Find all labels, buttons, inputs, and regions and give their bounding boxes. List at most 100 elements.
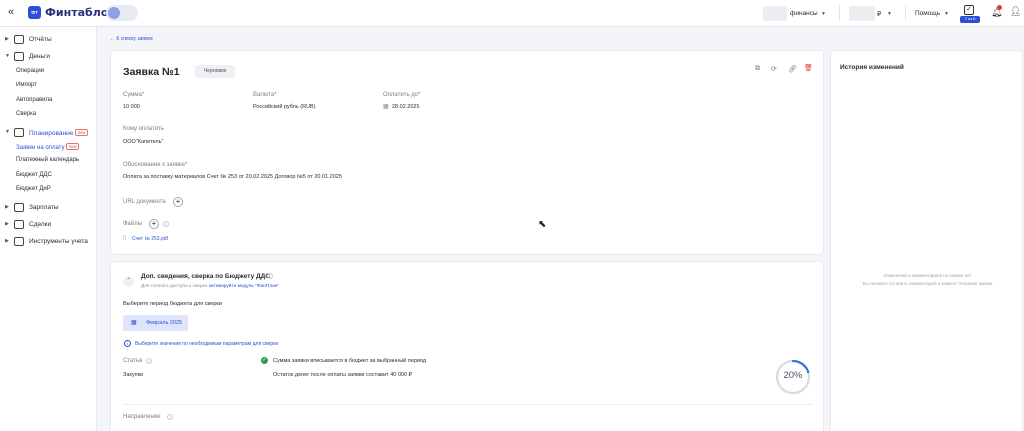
chevron-right-icon: ▶ bbox=[5, 238, 9, 244]
toggle-knob bbox=[108, 7, 120, 19]
history-empty-line2: Вы сможете оставить комментарий в момент… bbox=[862, 281, 993, 286]
help-icon[interactable]: ? bbox=[167, 414, 173, 420]
tasks-badge: 7 из 8 bbox=[960, 16, 980, 23]
divider bbox=[123, 404, 813, 405]
sidebar-subitem-budget-dir[interactable]: Бюджет ДиР bbox=[16, 186, 51, 196]
history-panel: История изменений Изменений и комментари… bbox=[830, 50, 1023, 431]
file-icon: ▯ bbox=[123, 235, 127, 241]
company-avatar bbox=[763, 6, 787, 21]
budget-subtitle: Для полного доступа к сверке активируйте… bbox=[141, 284, 280, 289]
chevron-down-icon: ▼ bbox=[5, 53, 10, 59]
logo-icon[interactable]: ФТ bbox=[28, 6, 41, 19]
payee-label: Кому оплатить bbox=[123, 126, 164, 132]
sidebar-item-salaries[interactable]: ▶ Зарплаты bbox=[0, 203, 97, 215]
chevron-down-icon: ▼ bbox=[5, 129, 10, 135]
reason-label: Обоснование к заявке* bbox=[123, 162, 188, 168]
budget-card: ⌃ Доп. сведения, сверка по Бюджету ДДС ?… bbox=[110, 261, 824, 431]
mouse-cursor-icon: ⬉ bbox=[538, 219, 547, 230]
budget-remain-text: Остаток денег после оплаты заявки состав… bbox=[273, 372, 413, 378]
period-button[interactable]: ▦ Февраль 2025 bbox=[123, 315, 188, 331]
sidebar: ▶ Отчёты ▼ Деньги Операции Импорт Автопр… bbox=[0, 27, 97, 431]
article-label: Статья bbox=[123, 358, 143, 364]
logo-text[interactable]: Финтабло bbox=[45, 6, 108, 19]
balance-block bbox=[849, 6, 875, 21]
help-icon[interactable]: ? bbox=[163, 221, 169, 227]
divider bbox=[905, 5, 906, 21]
amount-value[interactable]: 10 000 bbox=[123, 104, 140, 110]
status-badge: Черновик bbox=[195, 65, 235, 78]
chevron-right-icon: ▶ bbox=[5, 36, 9, 42]
chevron-down-icon[interactable]: ▼ bbox=[887, 11, 892, 17]
sidebar-subitem-budget-dds[interactable]: Бюджет ДДС bbox=[16, 172, 52, 182]
sidebar-subitem-payment-requests[interactable]: Заявки на оплату new bbox=[16, 143, 80, 153]
info-icon: i bbox=[124, 340, 131, 347]
sidebar-item-tools[interactable]: ▶ Инструменты учета bbox=[0, 237, 97, 249]
help-icon[interactable]: ? bbox=[146, 358, 152, 364]
page-title: Заявка №1 bbox=[123, 66, 180, 78]
wallet-icon bbox=[14, 52, 24, 61]
file-link[interactable]: Счет № 253.pdf bbox=[132, 236, 168, 242]
sidebar-subitem-import[interactable]: Импорт bbox=[16, 82, 37, 92]
sidebar-item-deals[interactable]: ▶ Сделки bbox=[0, 220, 97, 232]
history-title: История изменений bbox=[840, 64, 904, 71]
tasks-icon[interactable]: ✓ bbox=[964, 5, 974, 15]
briefcase-icon bbox=[14, 220, 24, 229]
reason-value[interactable]: Оплата за поставку материалов Счет № 253… bbox=[123, 174, 342, 180]
sidebar-subitem-reconciliation[interactable]: Сверка bbox=[16, 111, 36, 121]
pay-by-label: Оплатить до* bbox=[383, 92, 421, 98]
new-badge: new bbox=[75, 129, 89, 136]
collapse-sidebar-icon[interactable]: « bbox=[8, 6, 14, 18]
budget-title: Доп. сведения, сверка по Бюджету ДДС bbox=[141, 273, 270, 280]
chevron-down-icon[interactable]: ▼ bbox=[821, 11, 826, 17]
notification-dot bbox=[997, 5, 1002, 10]
add-file-button[interactable]: + bbox=[149, 219, 159, 229]
divider bbox=[839, 5, 840, 21]
chevron-right-icon: ▶ bbox=[5, 204, 9, 210]
sidebar-item-reports[interactable]: ▶ Отчёты bbox=[0, 35, 97, 47]
add-url-button[interactable]: + bbox=[173, 197, 183, 207]
table-icon bbox=[14, 237, 24, 246]
sidebar-subitem-payment-calendar[interactable]: Платежный календарь bbox=[16, 157, 79, 167]
calendar-icon: ▦ bbox=[131, 320, 137, 326]
url-label: URL документа bbox=[123, 199, 166, 205]
company-name[interactable]: финансы bbox=[790, 10, 818, 17]
calendar-icon: ▦ bbox=[383, 104, 389, 110]
currency-label: Валюта* bbox=[253, 92, 277, 98]
sidebar-subitem-autorules[interactable]: Автоправила bbox=[16, 97, 52, 107]
check-icon: ✓ bbox=[261, 357, 268, 364]
files-label: Файлы bbox=[123, 221, 143, 227]
period-label: Выберите период бюджета для сверки bbox=[123, 301, 222, 307]
sidebar-item-planning[interactable]: ▼ Планирование new bbox=[0, 128, 97, 140]
request-card: Заявка №1 Черновик ⧉ ⟳ 🔗︎ 🗑︎ Сумма* 10 0… bbox=[110, 50, 824, 255]
help-menu[interactable]: Помощь bbox=[915, 10, 940, 17]
sidebar-item-money[interactable]: ▼ Деньги bbox=[0, 52, 97, 64]
chevron-down-icon[interactable]: ▼ bbox=[944, 11, 949, 17]
chevron-right-icon: ▶ bbox=[5, 221, 9, 227]
person-icon bbox=[14, 203, 24, 212]
refresh-icon[interactable]: ⟳ bbox=[771, 65, 777, 73]
back-to-list-link[interactable]: ← К списку заявок bbox=[110, 36, 153, 42]
top-bar: « ФТ Финтабло финансы ▼ ₽ ▼ Помощь ▼ ✓ 7… bbox=[0, 0, 1024, 27]
payee-value[interactable]: ООО"Капитель" bbox=[123, 139, 163, 145]
chevron-up-icon[interactable]: ⌃ bbox=[123, 276, 134, 287]
budget-fit-text: Сумма заявки вписывается в бюджет за выб… bbox=[273, 358, 427, 364]
progress-percent: 20% bbox=[783, 370, 803, 381]
direction-label: Направление bbox=[123, 414, 161, 420]
copy-icon[interactable]: ⧉ bbox=[755, 65, 760, 73]
activate-finplan-link[interactable]: активируйте модуль "ФинПлан" bbox=[209, 284, 279, 289]
link-icon[interactable]: 🔗︎ bbox=[788, 65, 797, 73]
sidebar-subitem-operations[interactable]: Операции bbox=[16, 68, 44, 78]
trash-icon[interactable]: 🗑︎ bbox=[804, 64, 813, 72]
plan-icon bbox=[14, 128, 24, 137]
hint-link[interactable]: Выберите значения по необходимым парамет… bbox=[135, 341, 278, 347]
chart-icon bbox=[14, 35, 24, 44]
new-badge: new bbox=[66, 143, 80, 150]
article-value[interactable]: Закупки bbox=[123, 372, 143, 378]
help-icon[interactable]: ? bbox=[267, 273, 273, 279]
amount-label: Сумма* bbox=[123, 92, 145, 98]
currency-sign[interactable]: ₽ bbox=[877, 10, 881, 18]
history-empty-line1: Изменений и комментариев по заявке нет bbox=[883, 273, 972, 278]
currency-value[interactable]: Российский рубль (RUB) bbox=[253, 104, 316, 110]
user-icon[interactable]: 👤︎ bbox=[1010, 6, 1021, 17]
pay-by-value[interactable]: 28.02.2025 bbox=[392, 104, 420, 110]
